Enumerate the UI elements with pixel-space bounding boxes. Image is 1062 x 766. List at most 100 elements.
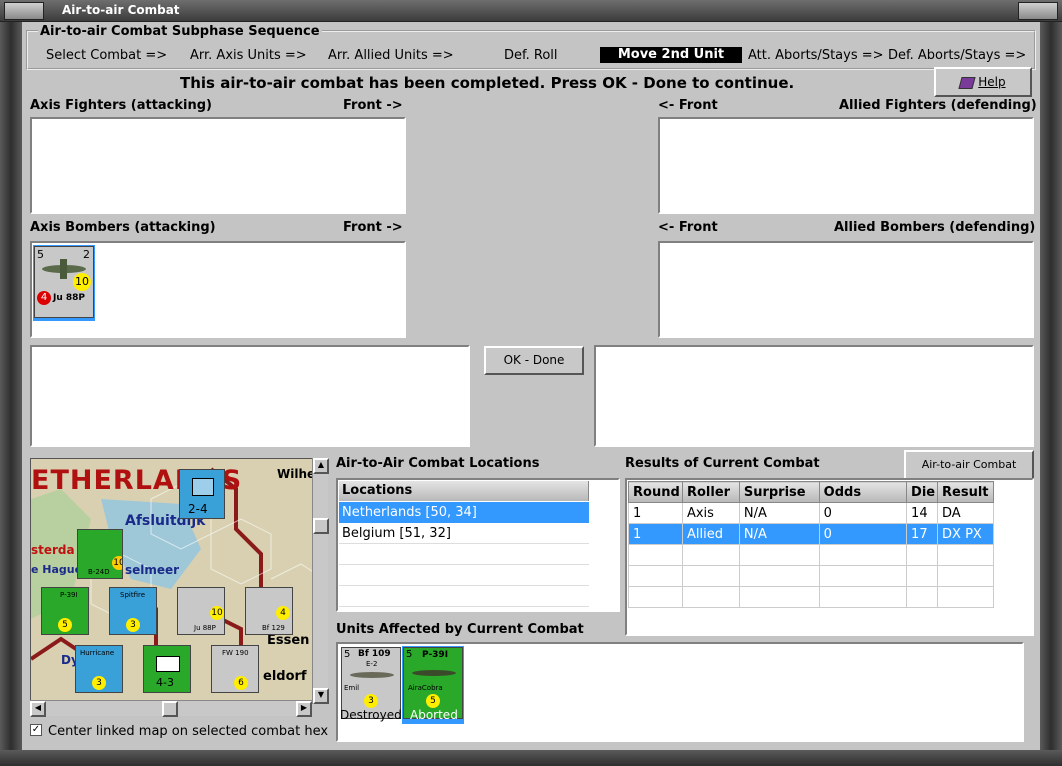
axis-bomber-counter[interactable]: 5 2 10 4 Ju 88P [34, 246, 94, 318]
affected-unit-1[interactable]: 5 Bf 109 E-2 Emil 3 Destroyed [340, 646, 402, 724]
counter-name: Bf 109 [358, 649, 391, 659]
map-counter-b24[interactable]: 10 B-24D [77, 529, 123, 579]
window-title: Air-to-air Combat [62, 3, 180, 17]
cell-surprise: N/A [738, 502, 820, 524]
help-button[interactable]: Help [934, 67, 1032, 97]
counter-name: 4-3 [156, 676, 174, 689]
cell-die: 17 [906, 523, 939, 545]
scroll-right-arrow-icon[interactable]: ▶ [296, 701, 312, 717]
counter-factor: 6 [234, 676, 248, 690]
counter-name: FW 190 [222, 649, 249, 657]
cell-roller: Allied [681, 523, 740, 545]
counter-factor: 10 [73, 273, 91, 291]
map-counter-hs129[interactable]: 4 Bf 129 [245, 587, 293, 635]
cell-round: 1 [628, 523, 683, 545]
axis-bombers-label: Axis Bombers (attacking) [30, 220, 216, 235]
col-odds[interactable]: Odds [818, 481, 908, 503]
subphase-title: Air-to-air Combat Subphase Sequence [38, 24, 322, 39]
map-counter-naval[interactable]: 2-4 [179, 469, 225, 519]
window-frame-right [1040, 22, 1062, 766]
col-die[interactable]: Die [906, 481, 939, 503]
allied-bombers-box[interactable] [658, 241, 1034, 338]
step-move-2nd-unit: Move 2nd Unit [600, 47, 742, 63]
cell-roller: Axis [681, 502, 740, 524]
counter-factor: 3 [364, 694, 378, 708]
map-counter-fw190[interactable]: FW 190 6 [211, 645, 259, 693]
counter-factor: 3 [92, 676, 106, 690]
cell-die: 14 [906, 502, 939, 524]
cell-result: DA [937, 502, 994, 524]
counter-factor: 3 [126, 618, 140, 632]
scroll-up-arrow-icon[interactable]: ▲ [313, 458, 329, 474]
map-counter-ju88[interactable]: 10 Ju 88P [177, 587, 225, 635]
table-row [628, 565, 994, 587]
map-counter-p39[interactable]: P-39I 5 [41, 587, 89, 635]
map-label-ijsselmeer: selmeer [125, 563, 180, 577]
dialog-body: Air-to-air Combat Subphase Sequence Sele… [22, 22, 1040, 750]
table-row[interactable]: 1 Axis N/A 0 14 DA [628, 502, 994, 524]
scroll-left-arrow-icon[interactable]: ◀ [30, 701, 46, 717]
col-surprise[interactable]: Surprise [738, 481, 820, 503]
affected-title: Units Affected by Current Combat [336, 622, 584, 637]
counter-factor: 4 [276, 606, 290, 620]
location-item[interactable]: Belgium [51, 32] [339, 523, 589, 544]
axis-fighters-box[interactable] [30, 117, 406, 214]
map-counter-corps[interactable]: 4-3 [143, 645, 191, 693]
center-map-checkbox[interactable]: ✓ [30, 724, 42, 736]
map-horizontal-scrollbar[interactable]: ◀ ▶ [30, 700, 312, 717]
help-button-label: Help [978, 75, 1006, 89]
allied-fighters-label: Allied Fighters (defending) [839, 98, 1037, 113]
book-icon [958, 76, 977, 89]
counter-name: Bf 129 [262, 624, 285, 632]
combat-chart-button[interactable]: Air-to-air Combat Chart [904, 450, 1034, 497]
results-table: Round Roller Surprise Odds Die Result 1 … [628, 481, 994, 608]
scroll-thumb[interactable] [162, 701, 178, 717]
step-def-roll: Def. Roll [504, 48, 558, 63]
axis-results-box [30, 345, 470, 447]
counter-pilot: Emil [344, 684, 360, 692]
scroll-thumb[interactable] [313, 518, 329, 534]
location-item[interactable]: Netherlands [50, 34] [339, 502, 589, 523]
cell-odds: 0 [818, 523, 908, 545]
locations-header[interactable]: Locations [339, 481, 589, 501]
allied-results-box [594, 345, 1034, 447]
map-label-hague: e Hague [31, 563, 83, 576]
counter-name: Ju 88P [194, 624, 216, 632]
window-frame-left [0, 22, 22, 766]
counter-name: Hurricane [80, 649, 115, 657]
counter-factor: 5 [58, 618, 72, 632]
map-label-essen: Essen [267, 633, 310, 648]
counter-name: 2-4 [188, 502, 208, 516]
location-empty-row [339, 544, 589, 565]
col-roller[interactable]: Roller [681, 481, 740, 503]
allied-fighters-box[interactable] [658, 117, 1034, 214]
col-result[interactable]: Result [937, 481, 994, 503]
system-menu-button[interactable] [4, 2, 44, 20]
scroll-down-arrow-icon[interactable]: ▼ [313, 688, 329, 704]
airplane-icon [412, 670, 456, 676]
unit-status: Aborted [410, 708, 458, 722]
counter-name: Spitfire [120, 591, 146, 599]
step-select-combat: Select Combat => [46, 48, 168, 63]
table-row[interactable]: 1 Allied N/A 0 17 DX PX [628, 523, 994, 545]
step-att-aborts: Att. Aborts/Stays => [748, 48, 884, 63]
map-counter-spitfire[interactable]: Spitfire 3 [109, 587, 157, 635]
axis-bomber-selection[interactable]: 5 2 10 4 Ju 88P [33, 245, 95, 321]
airplane-icon [350, 672, 394, 678]
counter-name: P-39I [60, 591, 78, 599]
map-counter-hurricane[interactable]: Hurricane 3 [75, 645, 123, 693]
step-arrange-allied: Arr. Allied Units => [328, 48, 454, 63]
map-vertical-scrollbar[interactable]: ▲ ▼ [312, 458, 329, 704]
close-window-button[interactable] [1018, 2, 1058, 20]
linked-map[interactable]: ETHERLANDS Wilhe Afsluitdijk sterda e Ha… [30, 458, 320, 704]
ok-done-button[interactable]: OK - Done [484, 346, 584, 375]
counter-factor: 5 [426, 694, 440, 708]
unit-status: Destroyed [340, 708, 402, 722]
counter-sub: E-2 [366, 660, 378, 668]
locations-list[interactable]: Locations Netherlands [50, 34] Belgium [… [336, 478, 620, 612]
counter-pilot: AiraCobra [408, 684, 443, 692]
affected-unit-2[interactable]: 5 P-39I AiraCobra 5 Aborted [402, 646, 464, 724]
col-round[interactable]: Round [628, 481, 683, 503]
axis-bombers-box[interactable]: 5 2 10 4 Ju 88P [30, 241, 406, 338]
map-label-wilhe: Wilhe [277, 467, 316, 481]
